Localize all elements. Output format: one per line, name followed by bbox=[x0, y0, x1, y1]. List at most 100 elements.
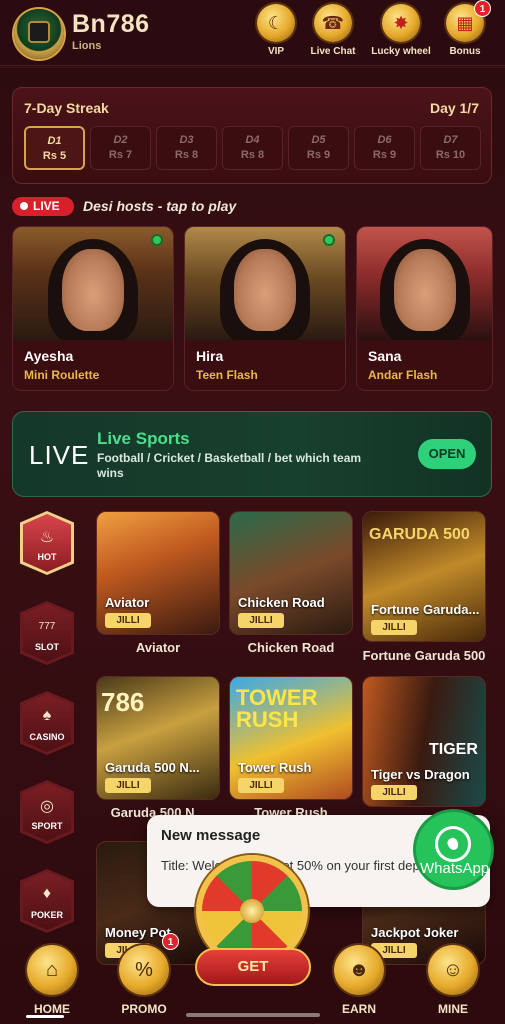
host-game: Andar Flash bbox=[368, 368, 438, 382]
streak-day-cell[interactable]: D2 Rs 7 bbox=[90, 126, 151, 170]
streak-day-label: D4 bbox=[245, 134, 260, 146]
host-card[interactable]: Sana Andar Flash bbox=[356, 226, 493, 391]
sports-title: Live Sports bbox=[97, 429, 190, 448]
provider-tag: JILLI bbox=[105, 778, 151, 793]
game-art-text: TOWER RUSH bbox=[236, 685, 318, 732]
streak-day-cell[interactable]: D4 Rs 8 bbox=[222, 126, 283, 170]
nav-promo[interactable]: % PROMO 1 bbox=[106, 933, 182, 1019]
game-tile[interactable]: TIGER Tiger vs Dragon JILLI bbox=[362, 676, 486, 807]
game-art-text: 786 bbox=[101, 687, 145, 717]
game-title: Aviator bbox=[105, 595, 150, 610]
game-tile[interactable]: Chicken Road JILLI bbox=[229, 511, 353, 635]
streak-day-label: D5 bbox=[311, 134, 326, 146]
nav-home[interactable]: ⌂ HOME bbox=[14, 945, 90, 1019]
slot-icon: 777 bbox=[38, 621, 56, 632]
host-name: Hira bbox=[196, 348, 224, 364]
headset-icon: ☎ bbox=[314, 4, 352, 42]
host-face bbox=[62, 249, 124, 331]
category-sport[interactable]: ◎ SPORT bbox=[20, 780, 74, 844]
brand-logo[interactable] bbox=[14, 9, 64, 59]
game-tile[interactable]: 786 Garuda 500 N... JILLI bbox=[96, 676, 220, 800]
host-photo bbox=[357, 227, 492, 344]
host-info: Sana Andar Flash bbox=[357, 340, 492, 390]
earn-icon: ☻ bbox=[334, 945, 384, 995]
streak-day-cell[interactable]: D6 Rs 9 bbox=[354, 126, 415, 170]
brand-name: Bn786 bbox=[72, 10, 150, 38]
streak-day-label: D6 bbox=[377, 134, 392, 146]
lucky-wheel-label: Lucky wheel bbox=[371, 46, 431, 57]
wheel-get-button[interactable]: GET bbox=[195, 948, 311, 986]
online-status-icon bbox=[151, 234, 163, 246]
category-slot[interactable]: 777 SLOT bbox=[20, 601, 74, 665]
whatsapp-icon bbox=[435, 826, 471, 862]
game-caption: Fortune Garuda 500 bbox=[362, 648, 486, 663]
game-tile[interactable]: GARUDA 500 Fortune Garuda... JILLI bbox=[362, 511, 486, 642]
category-label: SPORT bbox=[31, 821, 63, 831]
game-title: Chicken Road bbox=[238, 595, 325, 610]
streak-day-label: D7 bbox=[443, 134, 458, 146]
home-icon: ⌂ bbox=[27, 945, 77, 995]
category-label: SLOT bbox=[35, 642, 59, 652]
game-caption: Aviator bbox=[135, 640, 181, 655]
game-art-text: GARUDA 500 bbox=[369, 526, 470, 543]
nav-home-label: HOME bbox=[34, 1002, 70, 1016]
whatsapp-label: WhatsApp bbox=[420, 860, 490, 877]
promo-badge: 1 bbox=[162, 933, 179, 950]
system-home-bar[interactable] bbox=[186, 1013, 320, 1017]
streak-day-reward: Rs 10 bbox=[435, 149, 466, 161]
host-face bbox=[393, 249, 456, 331]
category-poker[interactable]: ♦ POKER bbox=[20, 869, 74, 933]
streak-day-label: D2 bbox=[113, 134, 128, 146]
sports-live-label: LIVE bbox=[29, 440, 90, 470]
whatsapp-button[interactable]: WhatsApp bbox=[416, 812, 491, 887]
game-title: Fortune Garuda... bbox=[371, 602, 480, 617]
game-title: Tower Rush bbox=[238, 760, 312, 775]
game-title: Tiger vs Dragon bbox=[371, 767, 470, 782]
brand-subtitle: Lions bbox=[72, 40, 102, 52]
game-tile[interactable]: Aviator JILLI bbox=[96, 511, 220, 635]
live-sports-banner[interactable]: LIVE Live Sports Football / Cricket / Ba… bbox=[12, 411, 492, 497]
toast-title: New message bbox=[161, 827, 261, 844]
sports-open-button[interactable]: OPEN bbox=[418, 439, 476, 469]
bonus-button[interactable]: ▦ Bonus 1 bbox=[430, 0, 500, 62]
game-tile[interactable]: TOWER RUSH Tower Rush JILLI bbox=[229, 676, 353, 800]
category-label: HOT bbox=[37, 552, 57, 562]
host-card[interactable]: Ayesha Mini Roulette bbox=[12, 226, 174, 391]
live-chat-button[interactable]: ☎ Live Chat bbox=[298, 4, 368, 62]
flame-icon: ♨ bbox=[39, 529, 55, 546]
nav-mine[interactable]: ☺ MINE bbox=[415, 945, 491, 1019]
streak-day-reward: Rs 5 bbox=[42, 150, 67, 162]
provider-tag: JILLI bbox=[371, 620, 417, 635]
header-divider bbox=[0, 67, 505, 68]
provider-tag: JILLI bbox=[238, 778, 284, 793]
streak-day-cell[interactable]: D1 Rs 5 bbox=[24, 126, 85, 170]
host-photo bbox=[185, 227, 345, 344]
bonus-badge: 1 bbox=[474, 0, 491, 17]
category-label: CASINO bbox=[29, 732, 65, 742]
streak-day-reward: Rs 8 bbox=[240, 149, 265, 161]
provider-tag: JILLI bbox=[238, 613, 284, 628]
streak-day-reward: Rs 9 bbox=[372, 149, 397, 161]
toast-body: Title: Welcome You get 50% on your first… bbox=[161, 858, 440, 873]
game-art-text: TIGER bbox=[429, 741, 478, 758]
host-name: Sana bbox=[368, 348, 402, 364]
streak-day-cell[interactable]: D7 Rs 10 bbox=[420, 126, 481, 170]
sports-description: Football / Cricket / Basketball / bet wh… bbox=[97, 451, 362, 480]
host-info: Ayesha Mini Roulette bbox=[13, 340, 173, 390]
streak-day-label: D3 bbox=[179, 134, 194, 146]
streak-day-cell[interactable]: D3 Rs 8 bbox=[156, 126, 217, 170]
category-casino[interactable]: ♠ CASINO bbox=[20, 691, 74, 755]
live-chat-label: Live Chat bbox=[310, 46, 356, 57]
poker-icon: ♦ bbox=[42, 885, 52, 902]
host-card[interactable]: Hira Teen Flash bbox=[184, 226, 346, 391]
category-label: POKER bbox=[30, 910, 63, 920]
streak-day-cell[interactable]: D5 Rs 9 bbox=[288, 126, 349, 170]
lucky-wheel-button[interactable]: ✸ Lucky wheel bbox=[366, 4, 436, 62]
nav-earn[interactable]: ☻ EARN bbox=[321, 945, 397, 1019]
host-photo bbox=[13, 227, 173, 344]
online-status-icon bbox=[323, 234, 335, 246]
category-hot[interactable]: ♨ HOT bbox=[20, 511, 74, 575]
host-face bbox=[234, 249, 296, 331]
cards-icon: ♠ bbox=[42, 707, 52, 724]
nav-active-indicator bbox=[26, 1015, 64, 1018]
